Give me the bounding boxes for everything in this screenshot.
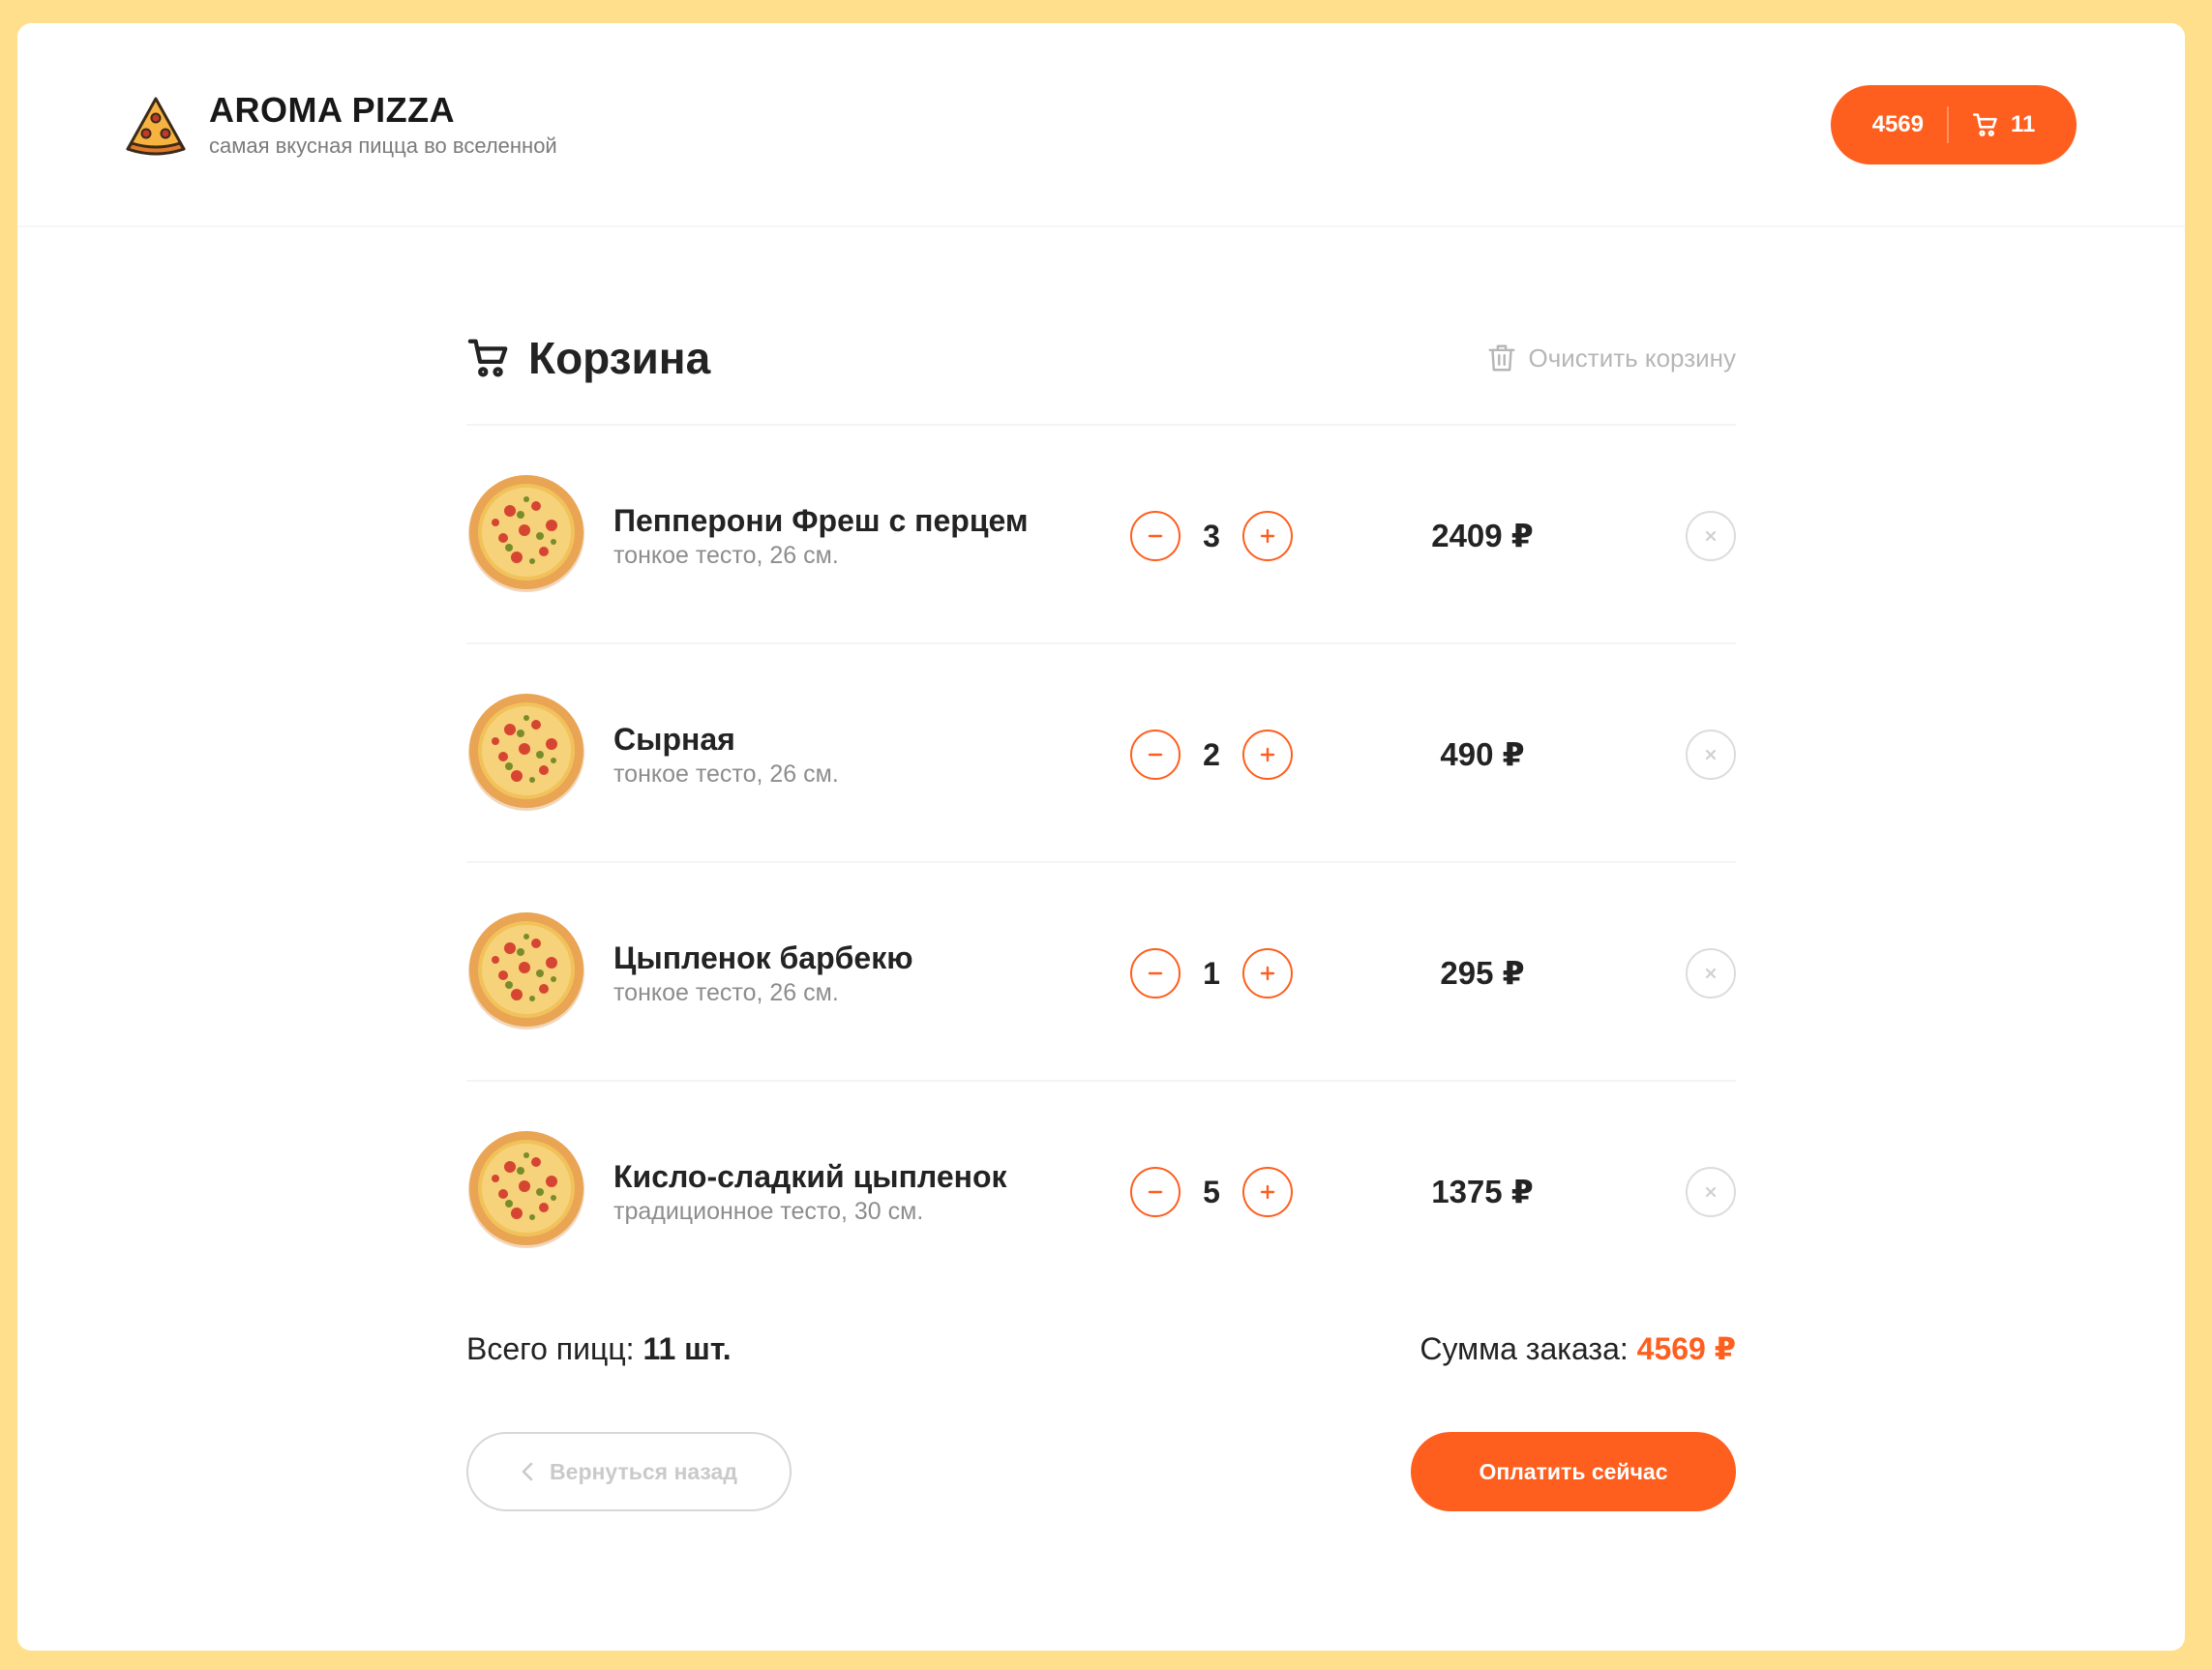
remove-item-button[interactable] (1686, 948, 1736, 999)
chevron-left-icon (522, 1462, 533, 1481)
plus-icon (1260, 528, 1275, 544)
pizza-image (468, 1131, 584, 1248)
clear-cart-button[interactable]: Очистить корзину (1487, 343, 1737, 373)
brand-subtitle: самая вкусная пицца во вселенной (209, 134, 557, 158)
brand-title: AROMA PIZZA (209, 90, 456, 130)
minus-icon (1148, 1190, 1163, 1194)
item-price: 1375 ₽ (1431, 1174, 1534, 1209)
cart-item: Сырная тонкое тесто, 26 см. 2 490 ₽ (466, 644, 1736, 863)
clear-cart-label: Очистить корзину (1528, 343, 1737, 373)
decrease-button[interactable] (1130, 511, 1181, 561)
item-desc: тонкое тесто, 26 см. (613, 542, 839, 569)
decrease-button[interactable] (1130, 1167, 1181, 1217)
close-icon (1705, 749, 1717, 760)
back-button[interactable]: Вернуться назад (466, 1432, 792, 1511)
item-price: 295 ₽ (1440, 955, 1525, 991)
cart-section: Корзина Очистить корзину Пепперони Фреш … (466, 331, 1736, 1511)
pizza-image (468, 912, 584, 1029)
minus-icon (1148, 971, 1163, 975)
back-button-label: Вернуться назад (550, 1458, 737, 1484)
item-name: Цыпленок барбекю (613, 940, 913, 975)
increase-button[interactable] (1242, 948, 1293, 999)
remove-item-button[interactable] (1686, 730, 1736, 780)
pizza-image (468, 475, 584, 592)
remove-item-button[interactable] (1686, 1167, 1736, 1217)
increase-button[interactable] (1242, 1167, 1293, 1217)
remove-item-button[interactable] (1686, 511, 1736, 561)
cart-icon (467, 339, 508, 377)
item-desc: тонкое тесто, 26 см. (613, 760, 839, 788)
header-cart-button[interactable]: 4569 11 (1831, 85, 2077, 164)
pay-now-button[interactable]: Оплатить сейчас (1411, 1432, 1736, 1511)
total-sum: Сумма заказа: 4569 ₽ (1420, 1327, 1736, 1370)
cart-item: Пепперони Фреш с перцем тонкое тесто, 26… (466, 426, 1736, 644)
decrease-button[interactable] (1130, 730, 1181, 780)
minus-icon (1148, 753, 1163, 757)
item-name: Кисло-сладкий цыпленок (613, 1159, 1007, 1194)
item-price: 2409 ₽ (1431, 518, 1534, 553)
header-cart-count: 11 (2011, 111, 2036, 137)
total-sum-value: 4569 ₽ (1636, 1331, 1736, 1366)
item-desc: традиционное тесто, 30 см. (613, 1198, 924, 1225)
close-icon (1705, 530, 1717, 542)
close-icon (1705, 968, 1717, 979)
logo[interactable]: AROMA PIZZA самая вкусная пицца во вселе… (124, 91, 557, 161)
trash-icon (1487, 344, 1514, 372)
header-cart-sum: 4569 (1871, 111, 1924, 137)
item-quantity: 2 (1203, 736, 1220, 772)
item-quantity: 5 (1203, 1174, 1220, 1209)
pizza-image (468, 694, 584, 811)
item-quantity: 1 (1203, 955, 1220, 991)
total-count: Всего пицц: 11 шт. (466, 1327, 732, 1370)
header: AROMA PIZZA самая вкусная пицца во вселе… (17, 23, 2185, 227)
total-count-label: Всего пицц: (466, 1331, 635, 1366)
cart-item: Цыпленок барбекю тонкое тесто, 26 см. 1 … (466, 863, 1736, 1082)
cart-item: Кисло-сладкий цыпленок традиционное тест… (466, 1082, 1736, 1300)
pizza-slice-icon (126, 97, 186, 156)
increase-button[interactable] (1242, 511, 1293, 561)
total-sum-label: Сумма заказа: (1420, 1331, 1629, 1366)
minus-icon (1148, 534, 1163, 538)
item-name: Пепперони Фреш с перцем (613, 503, 1029, 538)
item-name: Сырная (613, 722, 735, 757)
cart-totals: Всего пицц: 11 шт. Сумма заказа: 4569 ₽ (466, 1327, 1736, 1370)
close-icon (1705, 1186, 1717, 1198)
page-title: Корзина (528, 333, 711, 383)
decrease-button[interactable] (1130, 948, 1181, 999)
item-price: 490 ₽ (1440, 736, 1525, 772)
increase-button[interactable] (1242, 730, 1293, 780)
cart-items-list: Пепперони Фреш с перцем тонкое тесто, 26… (466, 424, 1736, 1300)
total-count-value: 11 шт. (643, 1331, 732, 1366)
plus-icon (1260, 1184, 1275, 1200)
page-card: AROMA PIZZA самая вкусная пицца во вселе… (17, 23, 2185, 1651)
cart-icon (1973, 113, 1997, 136)
item-desc: тонкое тесто, 26 см. (613, 979, 839, 1006)
plus-icon (1260, 966, 1275, 981)
plus-icon (1260, 747, 1275, 762)
pay-button-label: Оплатить сейчас (1479, 1458, 1668, 1484)
item-quantity: 3 (1203, 518, 1220, 553)
